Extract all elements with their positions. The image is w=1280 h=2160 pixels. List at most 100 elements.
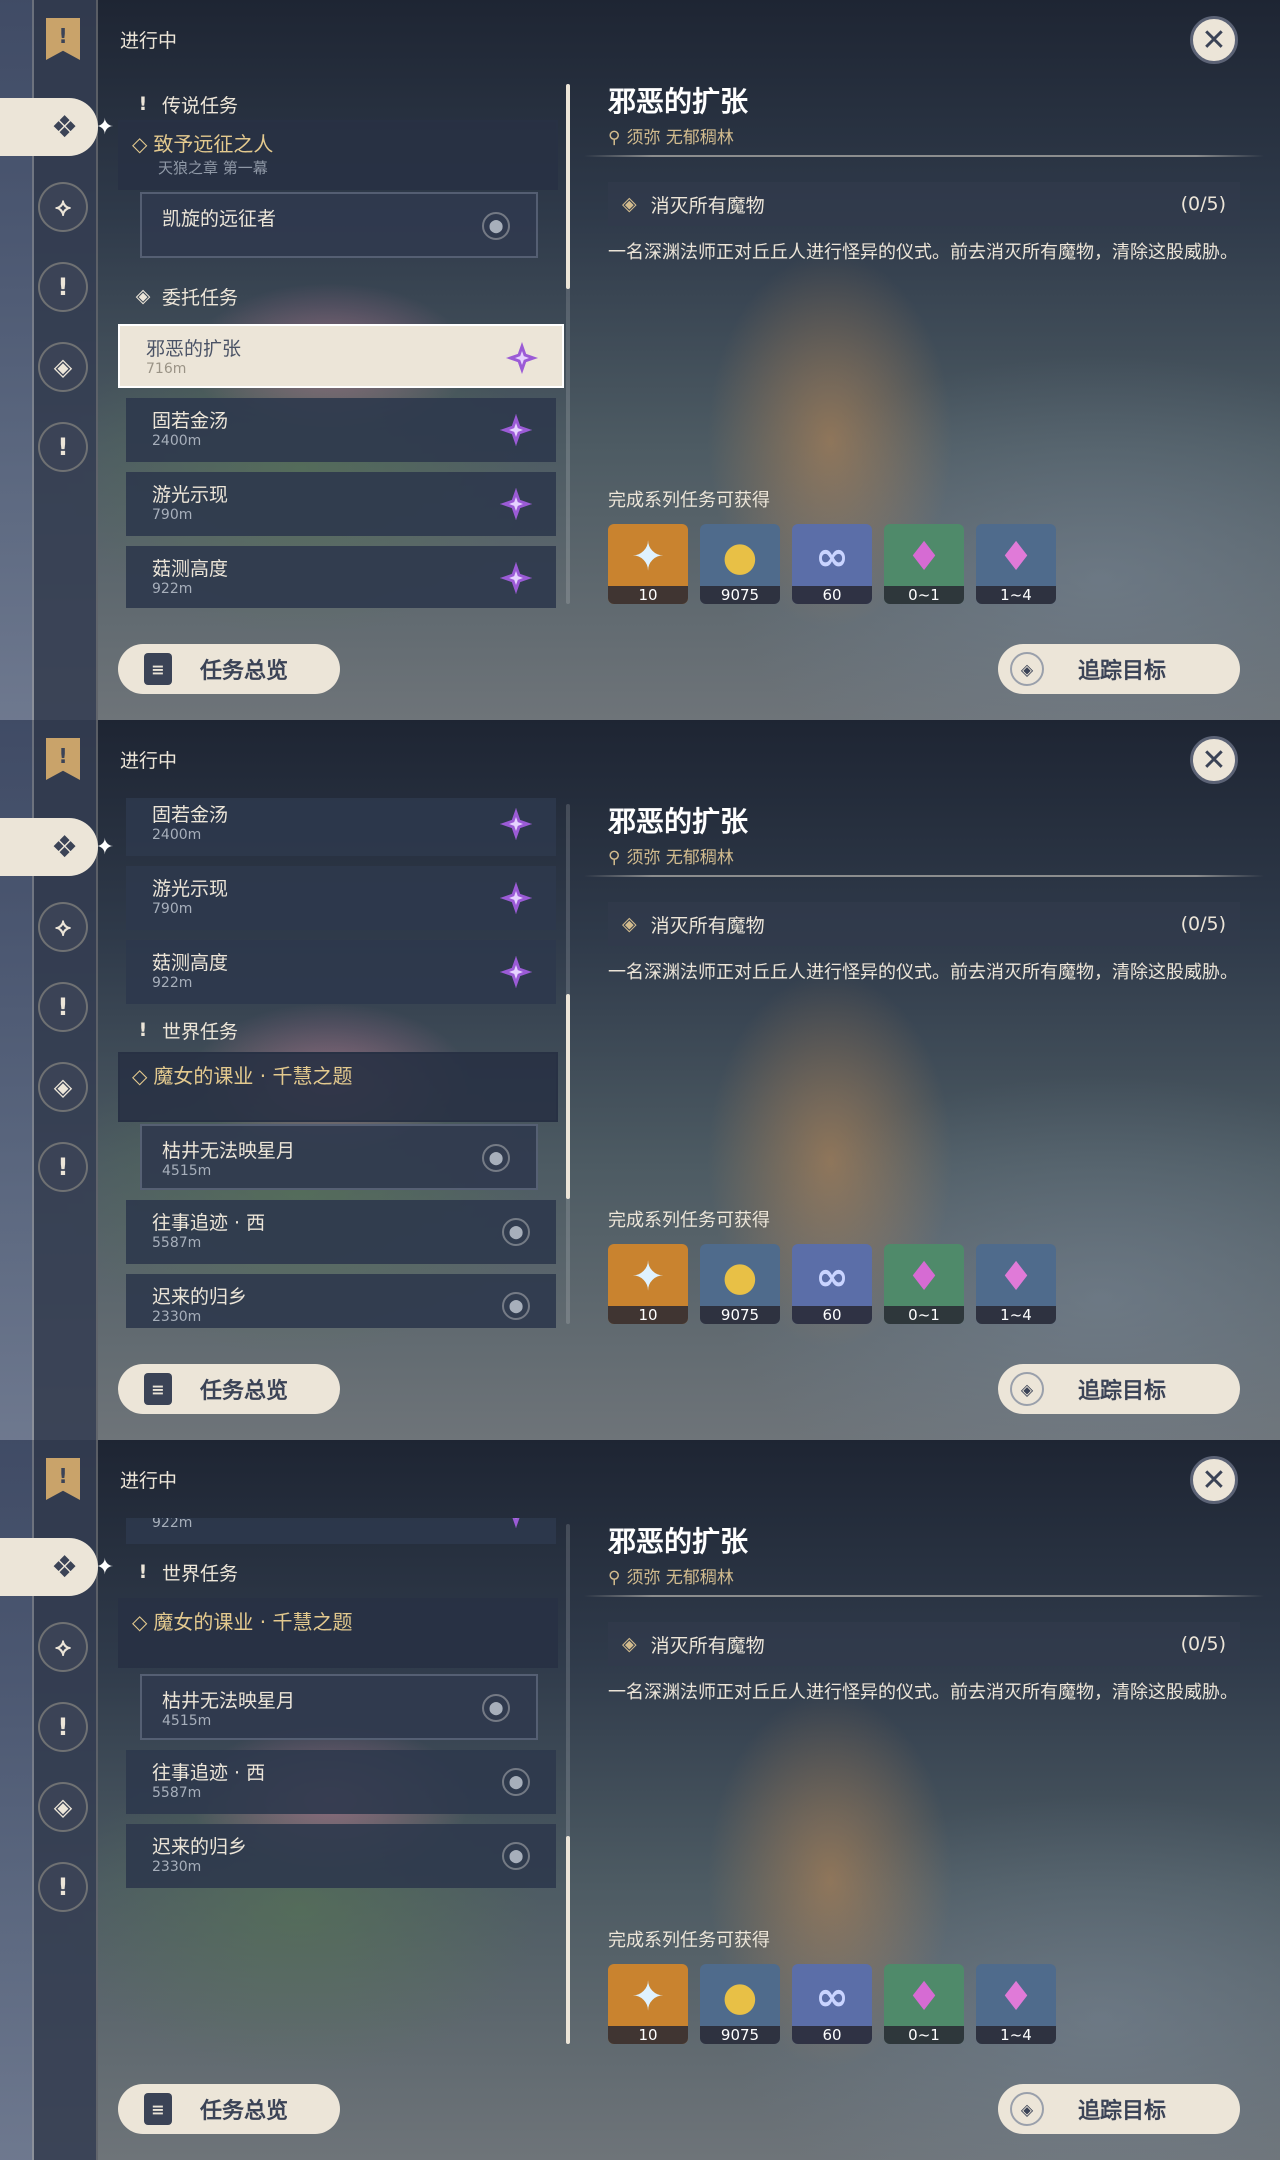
objective-diamond-icon: ◈: [622, 913, 637, 935]
quest-group-world[interactable]: ◇ 魔女的课业 · 千慧之题: [118, 1052, 558, 1122]
objective-progress: (0/5): [1180, 1633, 1226, 1655]
tab-story-quests[interactable]: !: [38, 1702, 88, 1752]
quest-item[interactable]: 游光示现 790m: [126, 472, 556, 536]
track-diamond-icon: ◈: [1010, 2092, 1044, 2126]
commission-icon: ◈: [53, 1073, 73, 1101]
rewards-label: 完成系列任务可获得: [608, 1930, 770, 1951]
quest-group-world[interactable]: ◇ 魔女的课业 · 千慧之题: [118, 1598, 558, 1668]
quest-group-archon[interactable]: ◇ 致予远征之人 天狼之章 第一幕: [118, 120, 558, 190]
quest-item[interactable]: 往事追迹 · 西 5587m ⬤: [126, 1200, 556, 1264]
location-icon: ⚲: [608, 848, 621, 868]
quest-list[interactable]: 菇测高度 922m !世界任务 ◇魔女的课业 · 千慧之题 枯井无法映星月 45…: [118, 1518, 568, 2048]
tab-all-quests[interactable]: ❖ ✦: [0, 1538, 114, 1596]
track-button[interactable]: ◈ 追踪目标: [998, 2084, 1240, 2134]
tab-story-quests[interactable]: !: [38, 262, 88, 312]
quest-title: 邪恶的扩张: [608, 1525, 749, 1558]
tab-commissions[interactable]: ◈: [38, 1062, 88, 1112]
mora-icon: ●: [722, 1974, 758, 2020]
scrollbar[interactable]: [566, 1524, 570, 2044]
reward-primogem[interactable]: ✦ 10: [608, 524, 688, 604]
commission-star-icon: [494, 802, 538, 846]
quest-item[interactable]: 游光示现 790m: [126, 866, 556, 930]
reward-adventure-exp[interactable]: ∞ 60: [792, 1964, 872, 2044]
reward-crystal-cluster[interactable]: ♦ 1~4: [976, 1244, 1056, 1324]
scrollbar-thumb[interactable]: [566, 1836, 570, 2044]
quest-overview-button[interactable]: ≡ 任务总览: [118, 644, 340, 694]
location-icon: ⚲: [608, 1568, 621, 1588]
reward-mora[interactable]: ● 9075: [700, 524, 780, 604]
quest-item[interactable]: 迟来的归乡 2330m ⬤: [126, 1824, 556, 1888]
reward-crystal-chunk[interactable]: ♦ 0~1: [884, 1964, 964, 2044]
reward-crystal-cluster[interactable]: ♦ 1~4: [976, 524, 1056, 604]
quest-item[interactable]: 菇测高度 922m: [126, 1518, 556, 1544]
selected-arrow-icon: ▶: [118, 350, 119, 366]
quest-item[interactable]: 往事追迹 · 西 5587m ⬤: [126, 1750, 556, 1814]
tab-world-quests[interactable]: !: [38, 1862, 88, 1912]
quest-overview-button[interactable]: ≡ 任务总览: [118, 1364, 340, 1414]
scrollbar[interactable]: [566, 804, 570, 1324]
sparkle-icon: ✦: [95, 115, 114, 140]
divider: [584, 875, 1264, 877]
reward-primogem[interactable]: ✦ 10: [608, 1244, 688, 1324]
tab-commissions[interactable]: ◈: [38, 342, 88, 392]
tab-archon-quests[interactable]: ⟡: [38, 1622, 88, 1672]
scrollbar-thumb[interactable]: [566, 84, 570, 289]
world-category-icon: !: [138, 1561, 148, 1583]
tab-story-quests[interactable]: !: [38, 982, 88, 1032]
subquest-item[interactable]: 凯旋的远征者 ⬤: [140, 192, 538, 258]
scrollbar[interactable]: [566, 84, 570, 604]
commission-star-icon: [494, 556, 538, 600]
quest-list[interactable]: 固若金汤 2400m 游光示现 790m 菇测高度 922m ! 世界任务 ◇ 魔女…: [118, 798, 568, 1328]
reward-crystal-chunk[interactable]: ♦ 0~1: [884, 524, 964, 604]
quest-book-icon: ≡: [144, 653, 172, 685]
quest-list[interactable]: !传说任务 ◇致予远征之人 天狼之章 第一幕 凯旋的远征者 ⬤ ◈委托任务 ▶ …: [118, 78, 568, 608]
tab-commissions[interactable]: ◈: [38, 1782, 88, 1832]
world-quest-icon: !: [57, 433, 69, 461]
all-quests-icon: ❖: [51, 829, 78, 865]
quest-item[interactable]: 菇测高度 922m: [126, 940, 556, 1004]
reward-primogem[interactable]: ✦ 10: [608, 1964, 688, 2044]
subquest-item[interactable]: 枯井无法映星月 4515m ⬤: [140, 1674, 538, 1740]
tab-world-quests[interactable]: !: [38, 1142, 88, 1192]
tab-all-quests[interactable]: ❖ ✦: [0, 818, 114, 876]
track-diamond-icon: ◈: [1010, 652, 1044, 686]
quest-item-selected[interactable]: ▶ 邪恶的扩张 716m: [118, 324, 564, 388]
commission-star-icon: [500, 336, 544, 380]
ongoing-label: 进行中: [120, 1470, 178, 1492]
close-button[interactable]: ✕: [1190, 16, 1238, 64]
objective-diamond-icon: ◈: [622, 193, 637, 215]
primogem-icon: ✦: [631, 1974, 665, 2020]
quest-title: 邪恶的扩张: [608, 805, 749, 838]
category-archon: ! 传说任务: [118, 86, 238, 122]
track-button[interactable]: ◈ 追踪目标: [998, 644, 1240, 694]
reward-adventure-exp[interactable]: ∞ 60: [792, 524, 872, 604]
scrollbar-thumb[interactable]: [566, 994, 570, 1199]
crystal-cluster-icon: ♦: [998, 1974, 1034, 2020]
tab-all-quests[interactable]: ❖ ✦: [0, 98, 114, 156]
ongoing-label: 进行中: [120, 30, 178, 52]
close-button[interactable]: ✕: [1190, 1456, 1238, 1504]
quest-diamond-icon: ◇: [132, 1610, 148, 1634]
quest-item[interactable]: 菇测高度 922m: [126, 546, 556, 608]
subquest-item[interactable]: 枯井无法映星月 4515m ⬤: [140, 1124, 538, 1190]
close-button[interactable]: ✕: [1190, 736, 1238, 784]
tab-archon-quests[interactable]: ⟡: [38, 182, 88, 232]
quest-item[interactable]: 迟来的归乡 2330m ⬤: [126, 1274, 556, 1328]
tab-world-quests[interactable]: !: [38, 422, 88, 472]
commission-star-icon: [494, 876, 538, 920]
objective-row: ◈ 消灭所有魔物 (0/5): [608, 182, 1240, 226]
archon-quest-icon: ⟡: [55, 913, 71, 941]
commission-category-icon: ◈: [135, 285, 151, 307]
reward-mora[interactable]: ● 9075: [700, 1964, 780, 2044]
quest-item[interactable]: 固若金汤 2400m: [126, 398, 556, 462]
reward-crystal-chunk[interactable]: ♦ 0~1: [884, 1244, 964, 1324]
quest-item[interactable]: 固若金汤 2400m: [126, 798, 556, 856]
quest-overview-button[interactable]: ≡ 任务总览: [118, 2084, 340, 2134]
quest-diamond-icon: ◇: [132, 132, 148, 156]
reward-adventure-exp[interactable]: ∞ 60: [792, 1244, 872, 1324]
track-button[interactable]: ◈ 追踪目标: [998, 1364, 1240, 1414]
tab-archon-quests[interactable]: ⟡: [38, 902, 88, 952]
reward-crystal-cluster[interactable]: ♦ 1~4: [976, 1964, 1056, 2044]
reward-mora[interactable]: ● 9075: [700, 1244, 780, 1324]
commission-star-icon: [494, 1518, 538, 1534]
